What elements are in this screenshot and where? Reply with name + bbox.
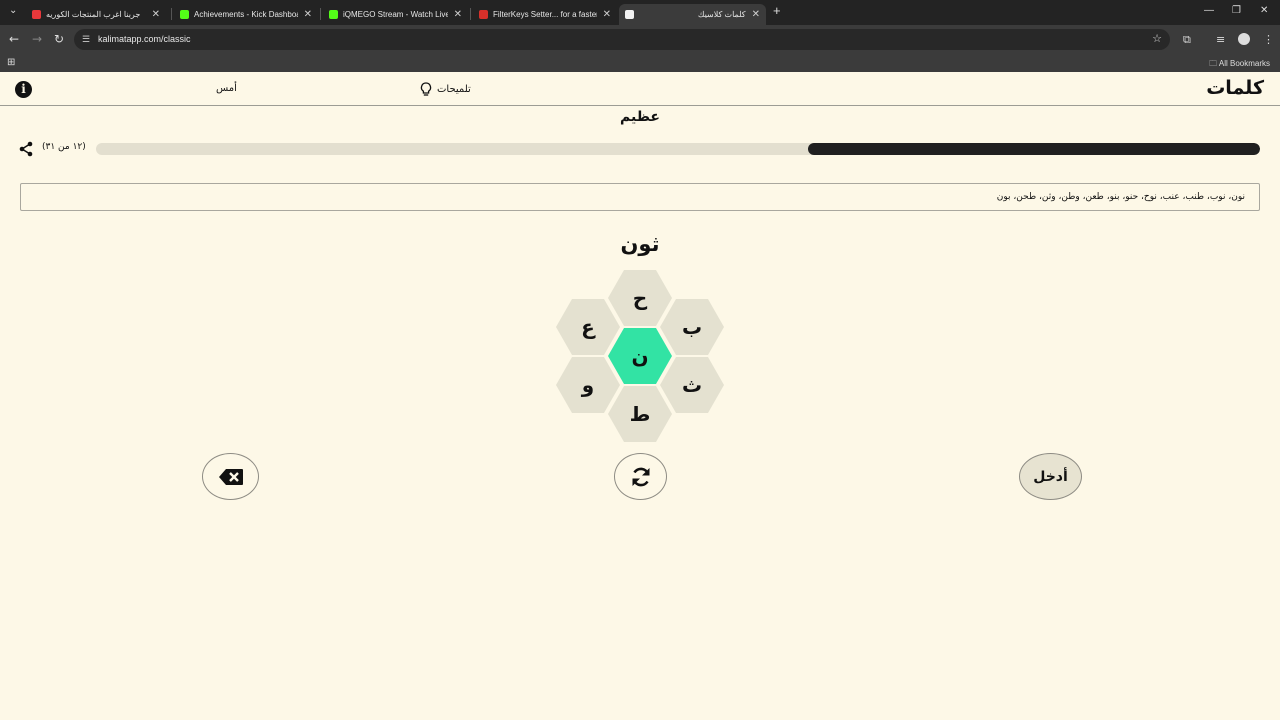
filterkeys-favicon-icon: [479, 10, 488, 19]
shuffle-button[interactable]: [614, 453, 667, 500]
all-bookmarks-button[interactable]: 🗀 All Bookmarks: [1209, 58, 1270, 72]
tab-title: جربنا اغرب المنتجات الكوريه: [46, 10, 141, 19]
close-tab-icon[interactable]: ✕: [304, 9, 312, 20]
url-text: kalimatapp.com/classic: [98, 34, 191, 44]
back-icon[interactable]: ←: [9, 32, 19, 46]
found-words-list: نون، نوب، طنب، عنب، نوح، حنو، بنو، طعن، …: [996, 192, 1245, 202]
hints-button[interactable]: تلميحات: [420, 82, 471, 97]
reload-icon[interactable]: ↻: [54, 32, 64, 46]
enter-button[interactable]: أدخل: [1019, 453, 1082, 500]
letter-hex-bottom-right[interactable]: ث: [660, 357, 724, 413]
lightbulb-icon: [420, 82, 432, 96]
progress-bar: [96, 143, 1260, 155]
letter-hex-top[interactable]: ح: [608, 270, 672, 326]
tab-search-icon[interactable]: ⌄: [9, 5, 17, 16]
browser-tab-bar: ⌄ جربنا اغرب المنتجات الكوريه ✕ Achievem…: [0, 0, 1280, 25]
share-icon[interactable]: [18, 141, 34, 157]
folder-icon: 🗀: [1209, 59, 1218, 68]
current-word: ثون: [620, 232, 660, 256]
site-settings-icon[interactable]: ☰: [82, 29, 90, 50]
letter-hex-top-right[interactable]: ب: [660, 299, 724, 355]
close-tab-icon[interactable]: ✕: [152, 9, 160, 20]
kick-favicon-icon: [329, 10, 338, 19]
progress-fill: [808, 143, 1260, 155]
address-bar-row: ← → ↻ ☰ kalimatapp.com/classic ☆ ⧉ ≡ ⋮: [0, 25, 1280, 54]
browser-tab-4[interactable]: FilterKeys Setter... for a faster k ✕: [473, 4, 617, 25]
restore-icon[interactable]: ❐: [1232, 5, 1241, 16]
letter-hex-center[interactable]: ن: [608, 328, 672, 384]
new-tab-icon[interactable]: +: [773, 3, 781, 18]
minimize-icon[interactable]: —: [1204, 5, 1214, 16]
letter-hex-bottom[interactable]: ط: [608, 386, 672, 442]
bookmarks-label: All Bookmarks: [1218, 59, 1270, 68]
browser-tab-3[interactable]: iQMEGO Stream - Watch Live o ✕: [323, 4, 468, 25]
kalimat-favicon-icon: [625, 10, 634, 19]
youtube-favicon-icon: [32, 10, 41, 19]
tab-title: Achievements - Kick Dashboard: [194, 10, 298, 19]
delete-button[interactable]: [202, 453, 259, 500]
tab-title: iQMEGO Stream - Watch Live o: [343, 10, 448, 19]
app-logo: كلمات: [1206, 77, 1264, 99]
close-tab-icon[interactable]: ✕: [603, 9, 611, 20]
hints-label: تلميحات: [437, 84, 471, 95]
close-tab-icon[interactable]: ✕: [454, 9, 462, 20]
app-header: كلمات تلميحات أمس i: [0, 75, 1280, 106]
refresh-icon: [632, 467, 649, 486]
browser-tab-active[interactable]: كلمات كلاسيك ✕: [619, 4, 766, 25]
yesterday-button[interactable]: أمس: [216, 83, 237, 94]
letter-hex-top-left[interactable]: ع: [556, 299, 620, 355]
letter-hex-bottom-left[interactable]: و: [556, 357, 620, 413]
browser-tab-2[interactable]: Achievements - Kick Dashboard ✕: [174, 4, 318, 25]
bookmarks-bar: ⊞ 🗀 All Bookmarks: [0, 54, 1280, 72]
kick-favicon-icon: [180, 10, 189, 19]
enter-label: أدخل: [1033, 468, 1068, 485]
apps-grid-icon[interactable]: ⊞: [7, 57, 15, 68]
browser-tab-1[interactable]: جربنا اغرب المنتجات الكوريه ✕: [26, 4, 166, 25]
browser-menu-icon[interactable]: ⋮: [1263, 33, 1274, 46]
url-field[interactable]: ☰ kalimatapp.com/classic ☆: [74, 29, 1170, 50]
forward-icon[interactable]: →: [32, 32, 42, 46]
close-window-icon[interactable]: ✕: [1260, 5, 1268, 16]
found-words-box[interactable]: نون، نوب، طنب، عنب، نوح، حنو، بنو، طعن، …: [20, 183, 1260, 211]
bookmark-star-icon[interactable]: ☆: [1152, 29, 1162, 50]
tab-title: FilterKeys Setter... for a faster k: [493, 10, 597, 19]
profile-avatar-icon[interactable]: [1238, 33, 1250, 45]
rank-title: عظيم: [620, 109, 660, 125]
backspace-icon: [218, 468, 243, 485]
word-count: (١٢ من ٣١): [42, 142, 86, 152]
tab-title: كلمات كلاسيك: [697, 10, 746, 19]
close-tab-icon[interactable]: ✕: [752, 9, 760, 20]
extensions-icon[interactable]: ⧉: [1183, 33, 1191, 47]
media-controls-icon[interactable]: ≡: [1216, 33, 1225, 46]
info-icon[interactable]: i: [15, 81, 32, 98]
